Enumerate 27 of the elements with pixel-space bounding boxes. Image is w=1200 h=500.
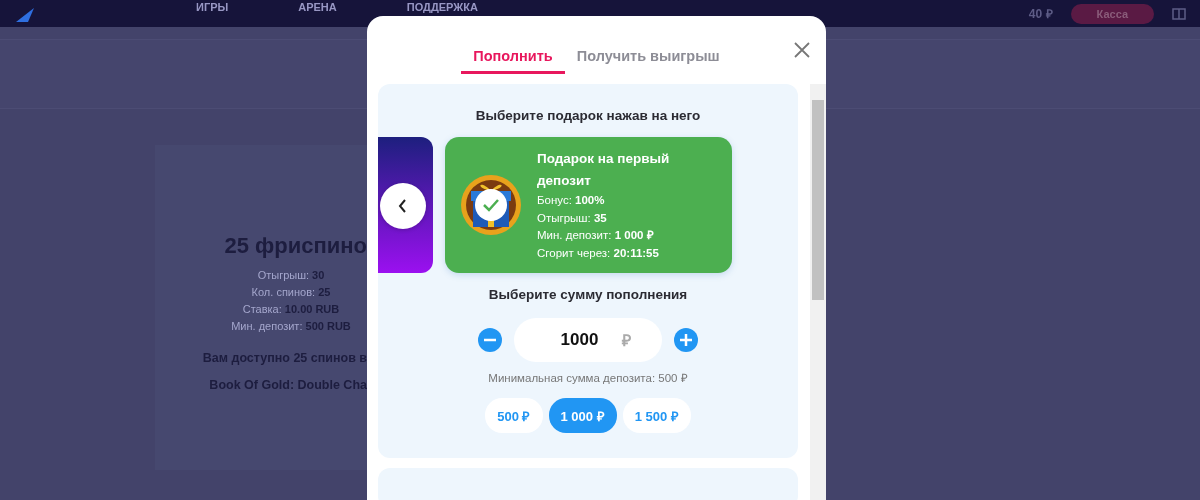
amount-heading: Выберите сумму пополнения — [488, 287, 688, 302]
gift-detail: Сгорит через: 20:11:55 — [537, 245, 660, 261]
amount-chip[interactable]: 500 ₽ — [485, 398, 543, 433]
nav-link[interactable]: АРЕНА — [298, 1, 337, 13]
gift-detail: Отыгрыш: 35 — [537, 210, 608, 226]
amount-chip[interactable]: 1 500 ₽ — [622, 398, 691, 433]
nav-link[interactable]: ПОДДЕРЖКА — [406, 1, 478, 13]
chevron-left-icon — [397, 199, 409, 213]
gift-heading: Выберите подарок нажав на него — [475, 108, 701, 123]
tab[interactable]: Получить выигрыш — [564, 16, 732, 74]
gift-card[interactable]: Подарок на первый депозит Бонус: 100% Отыгрыш: 35 Мин. депозит: 1 000 ₽ Сгорит через: 20:11:55 — [445, 137, 732, 273]
amount-field[interactable]: 1000 ₽ — [514, 318, 662, 362]
gift-detail: Бонус: 100% — [537, 193, 606, 208]
gift-title: Подарок на первый депозит — [537, 150, 671, 190]
amount-chip[interactable]: 1 000 ₽ — [548, 398, 617, 433]
scrollbar[interactable] — [810, 84, 826, 500]
cashier-button[interactable]: Касса — [1070, 3, 1154, 24]
gift-detail: Мин. депозит: 1 000 ₽ — [537, 228, 655, 243]
panel-icon[interactable] — [1172, 7, 1186, 20]
plus-button[interactable] — [674, 328, 698, 352]
nav-link[interactable]: ИГРЫ — [196, 1, 229, 13]
min-deposit-note: Минимальная сумма депозита: 500 ₽ — [488, 371, 688, 385]
tab[interactable]: Пополнить — [461, 16, 565, 74]
balance: 40 ₽ — [1028, 6, 1053, 22]
close-icon[interactable] — [794, 42, 810, 58]
logo-icon[interactable] — [14, 5, 36, 22]
minus-button[interactable] — [478, 328, 502, 352]
